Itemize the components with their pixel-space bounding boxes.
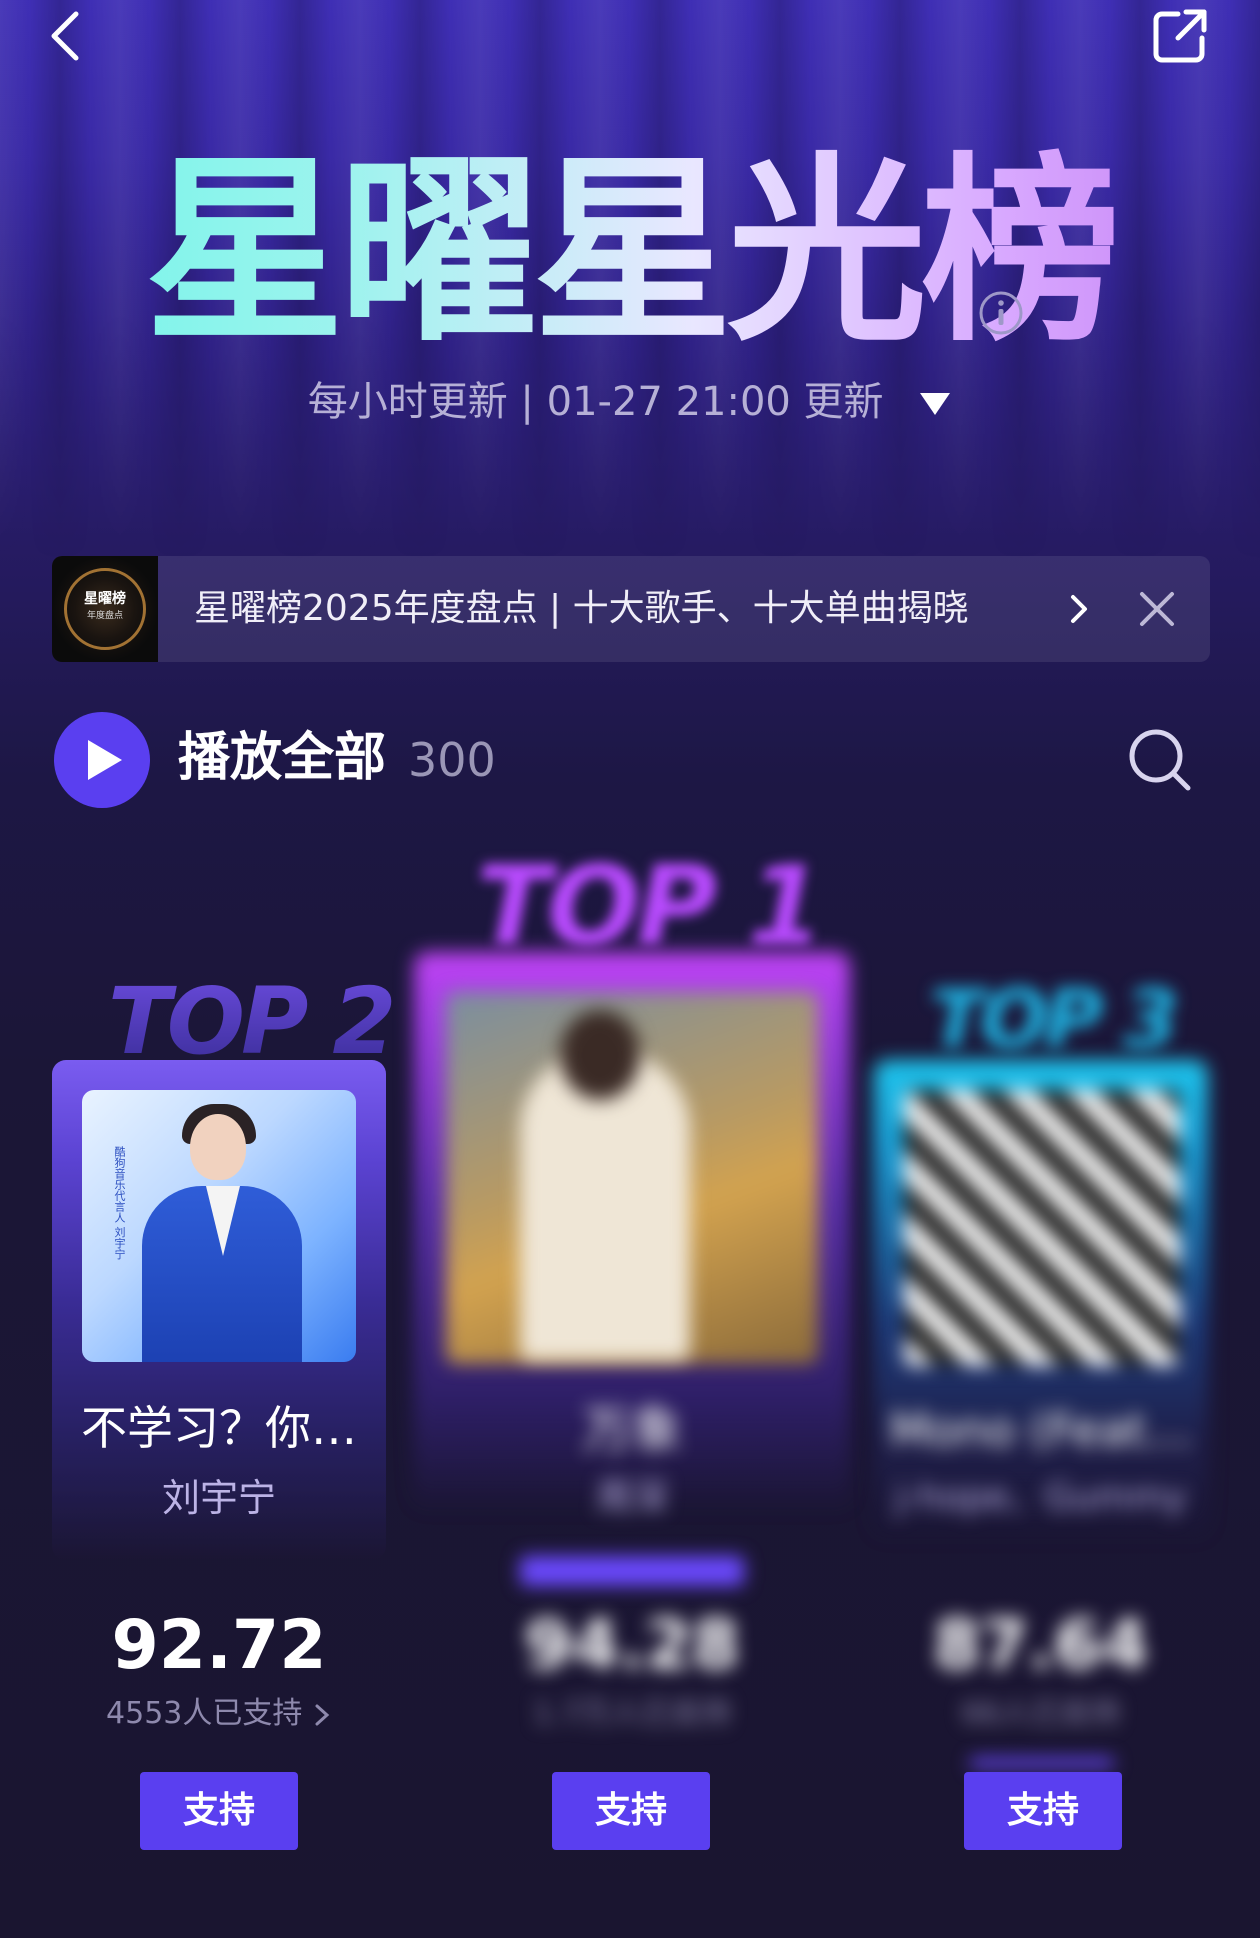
banner-close-button[interactable] [1136,588,1178,630]
top3-tag [970,1758,1114,1768]
top1-support-count[interactable]: 1.7万人已支持 [414,1694,850,1734]
top2-cover-text: 酷狗音乐代言人 刘宇宁 [113,1146,126,1260]
chevron-right-icon [315,1704,330,1725]
top2-rank-label: TOP 2 [108,968,396,1075]
page-title: 星曜星光榜 [0,138,1260,368]
info-icon[interactable] [978,290,1024,336]
top2-artist[interactable]: 刘宇宁 [52,1468,386,1528]
close-icon [1140,592,1174,626]
triangle-down-icon [918,374,952,434]
top2-support-count[interactable]: 4553人已支持 [52,1694,386,1734]
update-time-text: 每小时更新 | 01-27 21:00 更新 [307,379,884,425]
banner-thumb-subtitle: 年度盘点 [86,611,123,621]
top1-song-title[interactable]: 万象 [414,1400,850,1460]
top1-rank-label: TOP 1 [476,842,824,970]
top3-song-title[interactable]: Mono (Feat… [874,1400,1208,1460]
play-icon [88,740,122,780]
share-icon [1153,9,1207,63]
top3-cover-image[interactable] [904,1090,1180,1366]
top1-support-button[interactable]: 支持 [552,1772,710,1850]
top1-tag [520,1556,744,1586]
banner-thumbnail: 星曜榜 年度盘点 [52,556,158,662]
update-time-selector[interactable]: 每小时更新 | 01-27 21:00 更新 [0,372,1260,434]
top2-song-title[interactable]: 不学习？你… [52,1398,386,1458]
back-button[interactable] [40,8,96,64]
top2-score: 92.72 [111,1606,327,1685]
top3-rank-label: TOP 3 [930,973,1179,1066]
play-all-button[interactable] [54,712,150,808]
annual-review-banner[interactable]: 星曜榜 年度盘点 星曜榜2025年度盘点 | 十大歌手、十大单曲揭晓 [52,556,1210,662]
chevron-right-icon [1062,592,1096,626]
top3-support-button[interactable]: 支持 [964,1772,1122,1850]
search-button[interactable] [1126,726,1194,794]
track-count: 300 [408,733,496,787]
chevron-left-icon [51,11,79,61]
play-all-label[interactable]: 播放全部 [178,726,386,790]
top3-artist[interactable]: j-hope、Gummy [874,1468,1208,1528]
top2-support-button[interactable]: 支持 [140,1772,298,1850]
search-icon [1129,729,1191,791]
banner-text: 星曜榜2025年度盘点 | 十大歌手、十大单曲揭晓 [194,588,969,629]
top2-cover-image[interactable]: 酷狗音乐代言人 刘宇宁 [82,1090,356,1362]
top1-cover-head [560,1010,640,1100]
top1-score: 94.28 [524,1606,740,1685]
banner-thumb-title: 星曜榜 [84,591,126,607]
top3-score: 87.64 [933,1606,1149,1685]
top2-support-text: 4553人已支持 [106,1696,303,1731]
top1-artist[interactable]: 周深 [414,1468,850,1528]
share-button[interactable] [1148,4,1212,68]
top3-support-count[interactable]: 66人已支持 [874,1694,1208,1734]
